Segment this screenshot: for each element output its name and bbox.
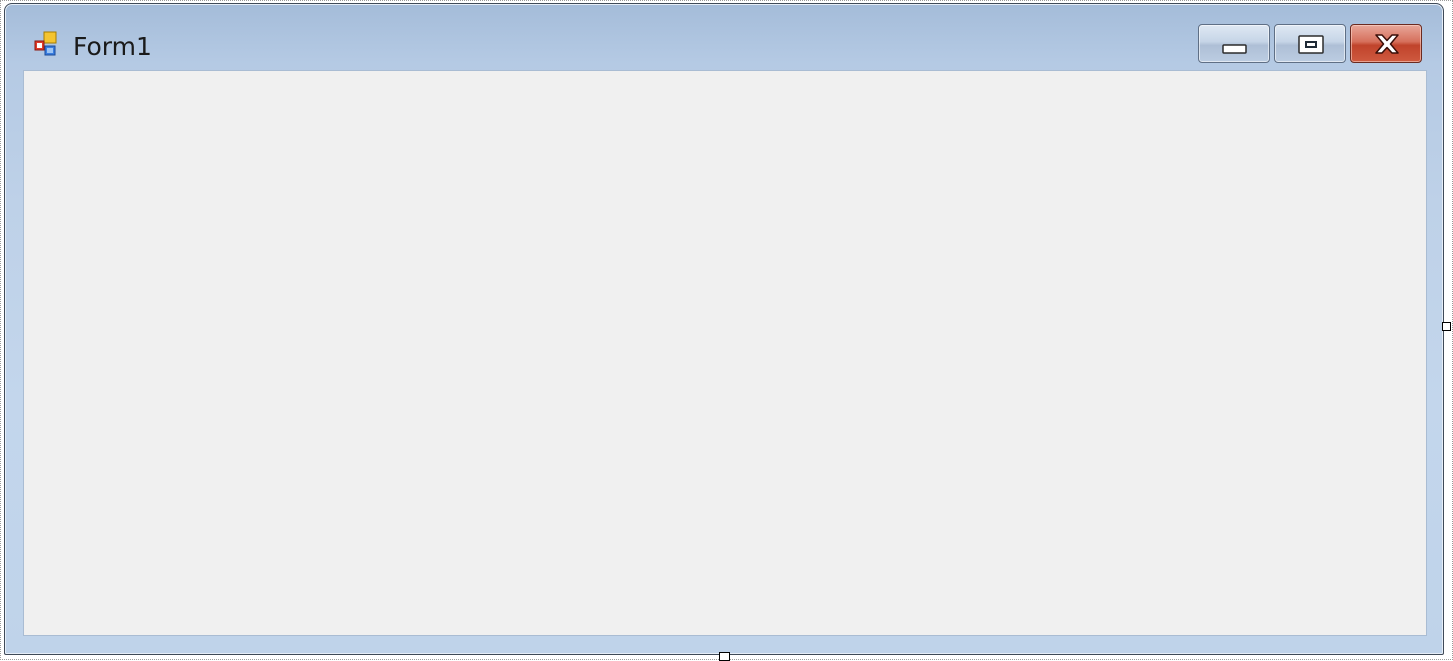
resize-handle-right[interactable] [1442, 322, 1451, 331]
winforms-app-icon [31, 30, 65, 60]
close-icon [1375, 34, 1399, 54]
form-window[interactable]: Form1 [4, 3, 1444, 655]
maximize-button[interactable] [1274, 24, 1346, 63]
maximize-icon [1298, 35, 1324, 54]
minimize-button[interactable] [1198, 24, 1270, 63]
minimize-icon [1222, 44, 1247, 54]
window-title: Form1 [73, 32, 152, 61]
title-bar[interactable]: Form1 [5, 4, 1443, 70]
form-client-area[interactable] [23, 70, 1427, 636]
designer-surface: Form1 [0, 0, 1453, 661]
close-button[interactable] [1350, 24, 1422, 63]
